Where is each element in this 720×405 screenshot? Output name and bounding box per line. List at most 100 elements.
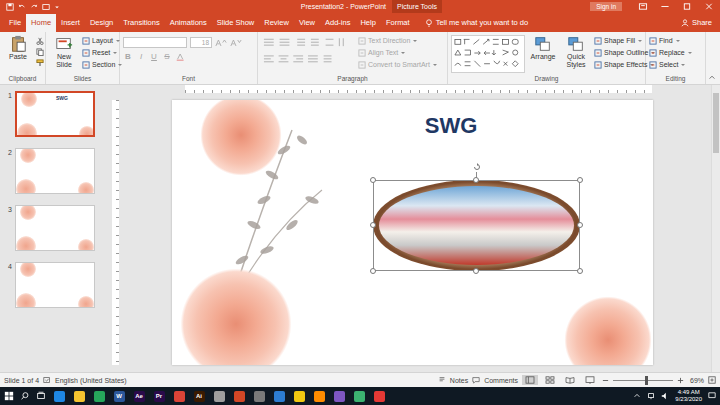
taskbar-app[interactable] [292,387,306,405]
font-color-icon[interactable] [175,53,187,61]
search-icon[interactable] [20,391,30,401]
ribbon-tab[interactable]: Add-ins [320,14,355,32]
ribbon-small-button[interactable]: Text Direction [358,35,437,47]
reading-view-icon[interactable] [562,375,578,385]
taskbar-app[interactable] [332,387,346,405]
clock[interactable]: 4:49 AM9/23/2020 [675,389,702,403]
resize-handle[interactable] [577,177,583,183]
collapse-ribbon-icon[interactable] [708,73,716,81]
windows-start-icon[interactable] [4,391,14,401]
ribbon-small-button[interactable]: Find [649,35,692,47]
ribbon-small-button[interactable]: Convert to SmartArt [358,59,437,71]
ribbon-tab[interactable]: Insert [56,14,85,32]
ribbon-tab[interactable]: Transitions [118,14,164,32]
font-field[interactable]: 18 [190,37,212,48]
close-icon[interactable] [698,2,720,11]
taskbar-app[interactable] [352,387,366,405]
grow-font-icon[interactable] [215,39,227,47]
zoom-out-icon[interactable] [602,377,609,384]
ribbon-small-button[interactable]: Select [649,59,692,71]
save-icon[interactable] [6,3,14,11]
maximize-icon[interactable] [676,2,698,11]
ribbon-tab[interactable]: Slide Show [212,14,260,32]
minimize-icon[interactable] [654,2,676,11]
font-style-button[interactable]: S [162,52,172,62]
slide-canvas[interactable]: SWG [172,100,653,365]
resize-handle[interactable] [577,222,583,228]
taskbar-app[interactable]: Ai [192,387,206,405]
customize-icon[interactable] [54,4,60,10]
ribbon-tab[interactable]: View [294,14,320,32]
volume-icon[interactable] [661,392,669,400]
tray-up-icon[interactable] [633,392,641,400]
language[interactable]: English (United States) [55,376,127,385]
notes-button[interactable]: Notes [450,376,468,385]
font-field[interactable] [123,37,187,48]
ribbon-small-button[interactable]: Align Text [358,47,437,59]
ribbon-tab[interactable]: Design [85,14,118,32]
task-view-icon[interactable] [36,391,46,401]
ribbon-small-button[interactable]: Shape Effects [594,59,655,71]
vertical-scrollbar[interactable] [711,85,720,372]
taskbar-app[interactable] [372,387,386,405]
ribbon-large-button[interactable]: Arrange [528,35,558,61]
ribbon-small-button[interactable]: Reset [82,47,122,59]
taskbar-app[interactable]: Pr [152,387,166,405]
slide-title[interactable]: SWG [386,114,516,138]
taskbar-app[interactable] [172,387,186,405]
ribbon-tab[interactable]: Help [355,14,380,32]
slideshow-view-icon[interactable] [582,375,598,385]
ribbon-large-button[interactable]: New Slide [49,35,79,69]
slide-thumbnail[interactable]: 3 [2,205,105,251]
undo-icon[interactable] [18,3,26,11]
format-painter-icon[interactable] [36,59,44,67]
resize-handle[interactable] [473,268,479,274]
comments-button[interactable]: Comments [484,376,518,385]
fit-slide-icon[interactable] [708,376,716,384]
zoom-level[interactable]: 69% [690,376,704,385]
spelling-icon[interactable] [43,376,51,384]
slide-sorter-icon[interactable] [542,375,558,385]
scrollbar-thumb[interactable] [713,93,719,153]
notifications-icon[interactable] [708,392,716,400]
ribbon-tab[interactable]: Animations [165,14,212,32]
resize-handle[interactable] [370,177,376,183]
slide-thumbnail[interactable]: 2 [2,148,105,194]
network-icon[interactable] [647,392,655,400]
zoom-in-icon[interactable] [677,377,684,384]
taskbar-app[interactable] [72,387,86,405]
tell-me-box[interactable]: Tell me what you want to do [425,18,529,32]
cut-icon[interactable] [36,37,44,45]
taskbar-app[interactable]: W [112,387,126,405]
ribbon-small-button[interactable]: Section [82,59,122,71]
ribbon-tab[interactable]: File [4,14,26,32]
oval-picture[interactable] [373,180,580,271]
ribbon-tab[interactable]: Review [259,14,294,32]
resize-handle[interactable] [370,268,376,274]
thumbnail-preview[interactable]: SWG [15,91,95,137]
copy-icon[interactable] [36,48,44,56]
taskbar-app[interactable] [272,387,286,405]
ribbon-large-button[interactable]: Paste [3,35,33,61]
normal-view-icon[interactable] [522,375,538,385]
redo-icon[interactable] [30,3,38,11]
sign-in-button[interactable]: Sign in [590,2,622,11]
rotate-handle-icon[interactable] [472,162,482,172]
shrink-font-icon[interactable] [230,39,242,47]
resize-handle[interactable] [577,268,583,274]
taskbar-app[interactable] [232,387,246,405]
slide-thumbnail[interactable]: 4 [2,262,105,308]
taskbar-app[interactable] [252,387,266,405]
resize-handle[interactable] [370,222,376,228]
ribbon-tab[interactable]: Home [26,14,56,32]
slide-thumbnail[interactable]: 1SWG [2,91,105,137]
slideshow-icon[interactable] [42,3,50,11]
ribbon-tab[interactable]: Format [381,14,415,32]
ribbon-small-button[interactable]: Shape Outline [594,47,655,59]
thumbnail-preview[interactable] [15,205,95,251]
font-style-button[interactable]: I [136,52,146,62]
taskbar-app[interactable] [312,387,326,405]
font-style-button[interactable]: B [123,52,133,62]
share-button[interactable]: Share [681,18,712,32]
zoom-slider-thumb[interactable] [645,376,648,385]
